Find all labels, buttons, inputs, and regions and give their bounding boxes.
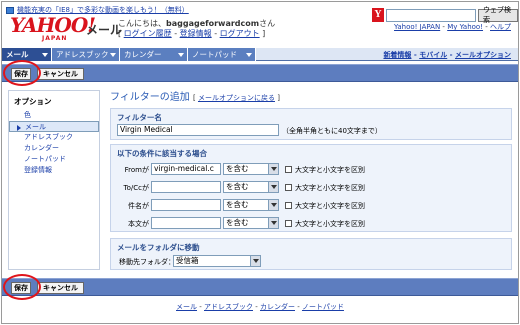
chevron-down-icon[interactable] [268, 182, 278, 192]
filter-name-section: フィルター名 Virgin Medical （全角半角ともに40文字まで） [110, 108, 512, 140]
sidebar-item-calendar[interactable]: カレンダー [9, 143, 99, 154]
mail-options-link[interactable]: メールオプション [455, 51, 511, 59]
chevron-down-icon[interactable] [246, 53, 252, 57]
move-folder-label: メールをフォルダに移動 [117, 243, 200, 252]
tab-label: アドレスブック [56, 50, 109, 59]
logo-sub: JAPAN [42, 35, 68, 42]
my-yahoo-link[interactable]: My Yahoo! [447, 23, 483, 31]
case-sensitive-checkbox[interactable] [285, 166, 292, 173]
chevron-down-icon[interactable] [42, 53, 48, 57]
chevron-down-icon[interactable] [178, 53, 184, 57]
match-select-value: を含む [226, 200, 249, 209]
search-input[interactable] [386, 8, 476, 22]
browser-page: 機能充実の「IE8」で多彩な動画を楽しもう！（無料） YAHOO! JAPAN … [1, 1, 519, 324]
sidebar-item-mail[interactable]: メール [9, 121, 99, 132]
footer-notepad-link[interactable]: ノートパッド [302, 303, 344, 311]
tab-label: メール [6, 50, 29, 59]
condition-match-select[interactable]: を含む [223, 163, 279, 175]
greeting-suffix: さん [259, 19, 276, 28]
case-sensitive-checkbox[interactable] [285, 220, 292, 227]
case-sensitive-checkbox[interactable] [285, 202, 292, 209]
greeting: こんにちは、baggageforwardcomさん [ ログイン履歴 - 登録情… [118, 19, 276, 38]
chevron-down-icon[interactable] [268, 164, 278, 174]
case-sensitive-label: 大文字と小文字を区別 [295, 202, 365, 210]
bottom-action-bar: 保存 キャンセル [2, 278, 518, 296]
sidebar-item-address-book[interactable]: アドレスブック [9, 132, 99, 143]
condition-value-input[interactable] [151, 181, 221, 193]
tab-calendar[interactable]: カレンダー [120, 48, 188, 61]
folder-select[interactable]: 受信箱 [173, 255, 261, 267]
top-action-bar: 保存 キャンセル [2, 64, 518, 82]
condition-match-select[interactable]: を含む [223, 217, 279, 229]
tab-address-book[interactable]: アドレスブック [52, 48, 120, 61]
login-history-link[interactable]: ログイン履歴 [124, 29, 172, 38]
highlight-circle [3, 274, 41, 300]
folder-select-value: 受信箱 [176, 256, 199, 265]
news-link[interactable]: 新着情報 [383, 51, 411, 59]
yahoo-y-icon: Y [372, 8, 384, 22]
chevron-down-icon[interactable] [250, 256, 260, 266]
chevron-down-icon[interactable] [268, 218, 278, 228]
condition-match-select[interactable]: を含む [223, 181, 279, 193]
filter-name-hint: （全角半角ともに40文字まで） [282, 127, 382, 135]
username: baggageforwardcom [166, 19, 260, 28]
chevron-down-icon[interactable] [110, 53, 116, 57]
sidebar-header: オプション [14, 97, 52, 106]
tab-mail[interactable]: メール [2, 48, 52, 61]
web-search-button[interactable]: ウェブ検索 [478, 6, 518, 24]
sidebar-item-color[interactable]: 色 [9, 110, 99, 121]
condition-field-label: To/Ccが [123, 184, 149, 192]
filter-form: フィルターの追加 [ メールオプションに戻る ] フィルター名 Virgin M… [106, 86, 514, 274]
conditions-section: 以下の条件に該当する場合 Fromが virgin-medical.c を含む … [110, 144, 512, 232]
footer-address-book-link[interactable]: アドレスブック [204, 303, 253, 311]
match-select-value: を含む [226, 164, 249, 173]
case-sensitive-label: 大文字と小文字を区別 [295, 166, 365, 174]
footer-links: メール - アドレスブック - カレンダー - ノートパッド [176, 303, 344, 311]
sidebar-item-account-info[interactable]: 登録情報 [9, 165, 99, 176]
footer-mail-link[interactable]: メール [176, 303, 197, 311]
condition-field-label: Fromが [124, 166, 149, 174]
move-folder-section: メールをフォルダに移動 移動先フォルダ： 受信箱 [110, 238, 512, 270]
match-select-value: を含む [226, 218, 249, 227]
page-title: フィルターの追加 [ メールオプションに戻る ] [110, 92, 280, 103]
condition-field-label: 本文が [128, 220, 149, 228]
tab-label: ノートパッド [192, 50, 237, 59]
condition-value-input[interactable] [151, 217, 221, 229]
highlight-circle [3, 60, 41, 86]
condition-value-input[interactable] [151, 199, 221, 211]
logo-brand: YAHOO! [10, 13, 96, 37]
logout-link[interactable]: ログアウト [220, 29, 260, 38]
sidebar-item-notepad[interactable]: ノートパッド [9, 154, 99, 165]
condition-value-input[interactable]: virgin-medical.c [151, 163, 221, 175]
account-info-link[interactable]: 登録情報 [180, 29, 212, 38]
filter-name-input[interactable]: Virgin Medical [117, 124, 279, 136]
options-sidebar: オプション 色 メール アドレスブック カレンダー ノートパッド 登録情報 [8, 90, 100, 270]
yahoo-logo[interactable]: YAHOO! JAPAN [10, 13, 96, 45]
tab-label: カレンダー [124, 50, 162, 59]
case-sensitive-label: 大文字と小文字を区別 [295, 184, 365, 192]
back-to-options-link[interactable]: メールオプションに戻る [198, 94, 275, 102]
yahoo-japan-link[interactable]: Yahoo! JAPAN [394, 23, 440, 31]
case-sensitive-label: 大文字と小文字を区別 [295, 220, 365, 228]
conditions-label: 以下の条件に該当する場合 [117, 149, 207, 158]
folder-label: 移動先フォルダ： [119, 258, 175, 266]
web-search: Y ウェブ検索 [372, 6, 518, 24]
chevron-down-icon[interactable] [268, 200, 278, 210]
footer-calendar-link[interactable]: カレンダー [260, 303, 295, 311]
page-title-text: フィルターの追加 [110, 92, 190, 103]
case-sensitive-checkbox[interactable] [285, 184, 292, 191]
mobile-link[interactable]: モバイル [419, 51, 447, 59]
top-links: Yahoo! JAPAN - My Yahoo! - ヘルプ [394, 23, 511, 31]
cancel-button[interactable]: キャンセル [37, 68, 84, 80]
condition-field-label: 件名が [128, 202, 149, 210]
header-right-links: 新着情報 - モバイル - メールオプション [383, 51, 511, 59]
condition-match-select[interactable]: を含む [223, 199, 279, 211]
help-link[interactable]: ヘルプ [490, 23, 511, 31]
cancel-button[interactable]: キャンセル [37, 282, 84, 294]
greeting-prefix: こんにちは、 [118, 19, 166, 28]
service-name: メール [86, 23, 123, 37]
match-select-value: を含む [226, 182, 249, 191]
tab-notepad[interactable]: ノートパッド [188, 48, 256, 61]
filter-name-label: フィルター名 [117, 113, 162, 122]
